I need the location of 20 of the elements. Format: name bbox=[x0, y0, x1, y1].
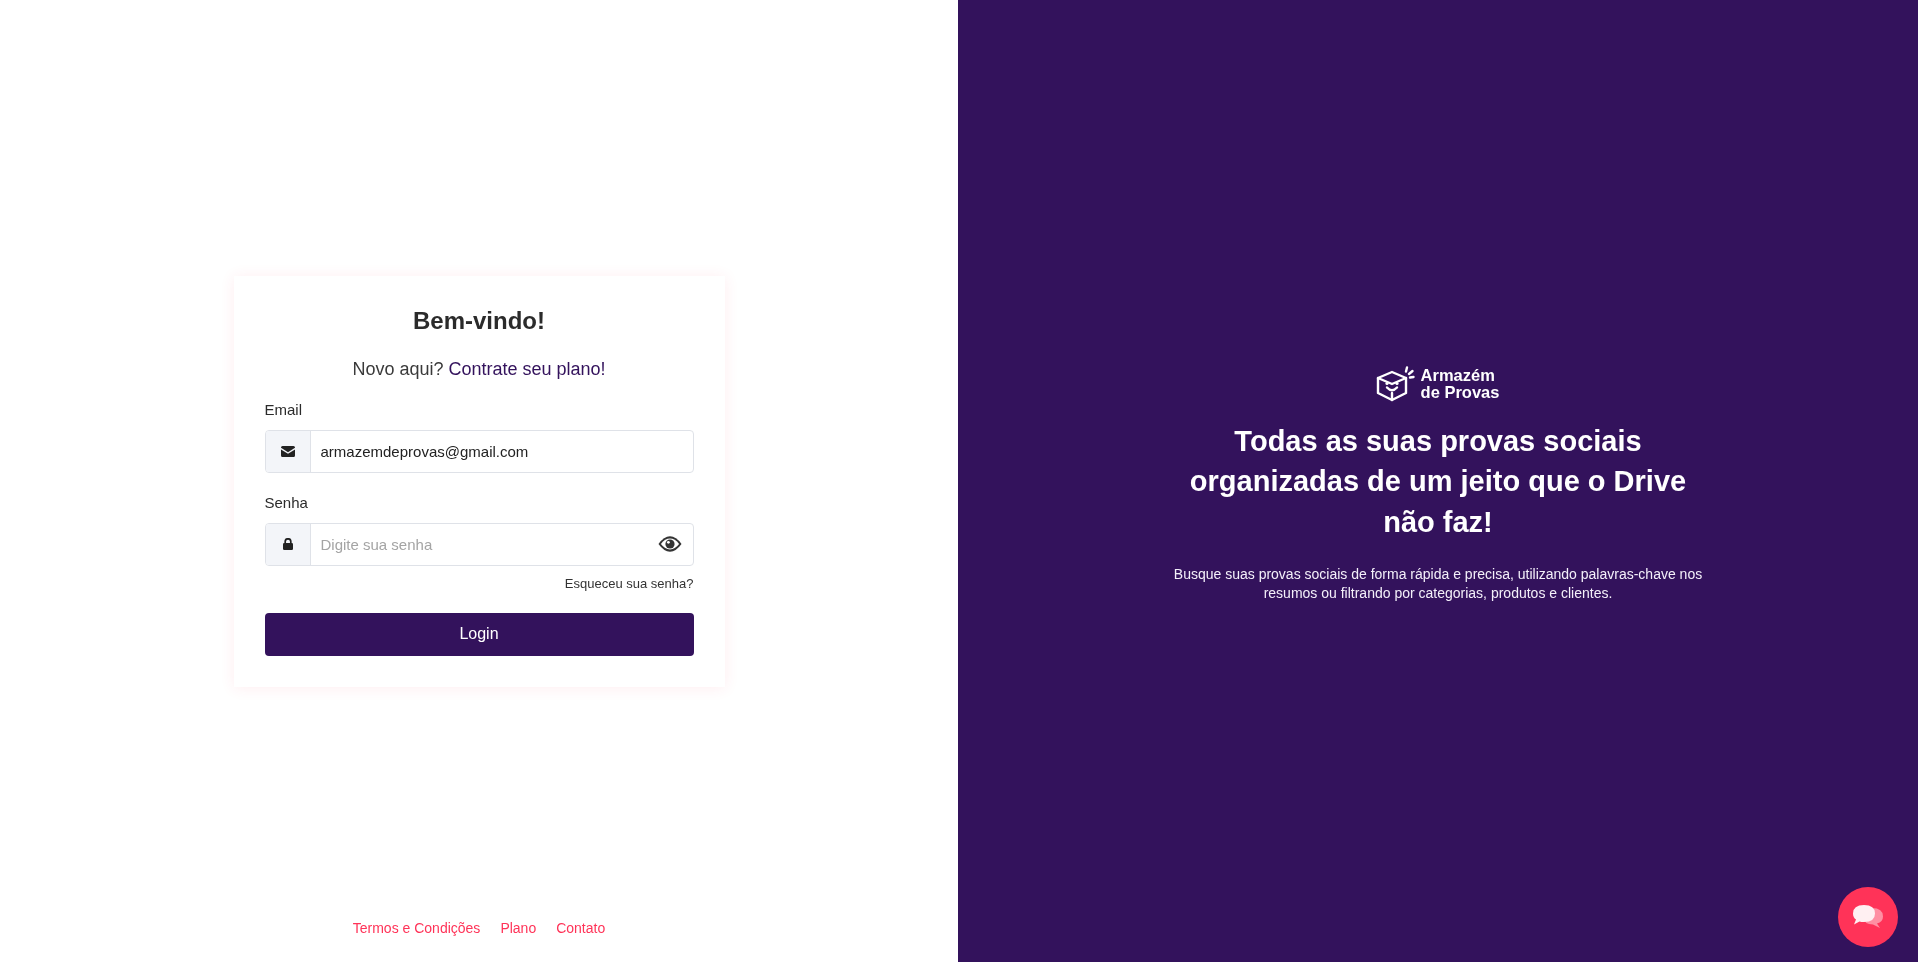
eye-icon[interactable] bbox=[657, 536, 682, 552]
smiling-box-icon bbox=[1374, 365, 1415, 402]
signup-link[interactable]: Contrate seu plano! bbox=[448, 358, 606, 379]
password-input[interactable]: Digite sua senha bbox=[310, 523, 658, 565]
logo-text: Armazém de Provas bbox=[1420, 366, 1500, 401]
description: Busque suas provas sociais de forma rápida e precisa, utilizando palavras-chave nos resumos ou filtrando por categorias, produtos e clientes. bbox=[1172, 565, 1704, 603]
footer-link[interactable]: Contato bbox=[556, 918, 606, 938]
chat-bubbles-icon bbox=[1852, 904, 1884, 930]
envelope-icon bbox=[280, 445, 295, 457]
signup-prompt-text: Novo aqui? bbox=[352, 358, 444, 379]
footer-link[interactable]: Termos e Condições bbox=[352, 918, 481, 938]
forgot-password-link[interactable]: Esqueceu sua senha? bbox=[564, 574, 694, 593]
lock-icon bbox=[282, 538, 293, 550]
password-field[interactable]: Digite sua senha bbox=[264, 522, 694, 566]
login-button[interactable]: Login bbox=[264, 612, 694, 656]
field-label: Senha bbox=[264, 492, 308, 513]
footer-link[interactable]: Plano bbox=[500, 918, 537, 938]
card-title: Bem-vindo! bbox=[412, 305, 546, 336]
headline: Todas as suas provas sociais organizadas de um jeito que o Drive não faz! bbox=[1188, 423, 1688, 540]
field-label: Email bbox=[264, 399, 302, 420]
